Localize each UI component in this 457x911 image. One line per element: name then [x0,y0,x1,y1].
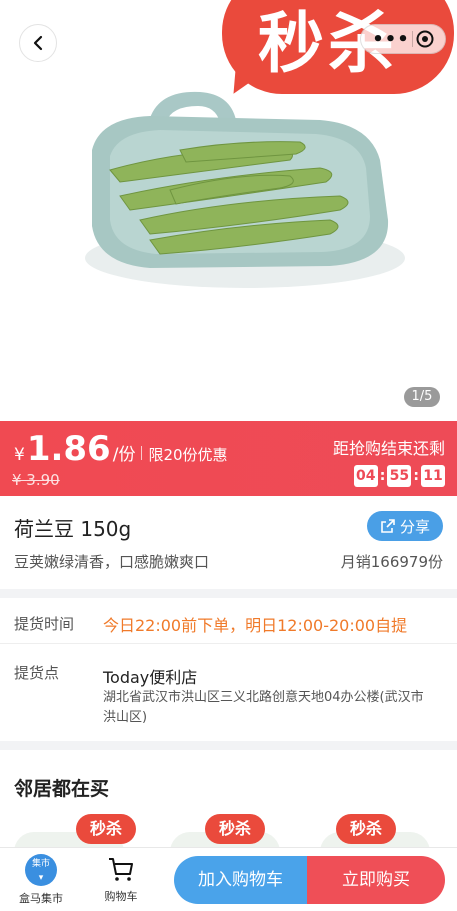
currency-symbol: ¥ [14,445,25,465]
tab-cart-label: 购物车 [104,890,138,903]
more-icon[interactable]: ••• [372,29,410,50]
pickup-point-label: 提货点 [14,664,60,682]
price-unit: /份 [112,445,136,465]
pickup-time-value: 今日22:00前下单，明日12:00-20:00自提 [103,616,408,635]
product-info: 荷兰豆 150g 分享 豆荚嫩绿清香，口感脆嫩爽口 月销166979份 [0,497,457,589]
countdown-timer: 04 : 55 : 11 [353,465,445,487]
tab-cart[interactable]: 购物车 [88,854,154,904]
close-target-icon[interactable] [416,30,434,48]
share-button[interactable]: 分享 [367,511,443,541]
row-divider [0,643,457,644]
countdown-minutes: 55 [387,465,412,487]
flash-sale-tag: 秒杀 [205,814,265,844]
capsule-divider [412,31,414,47]
product-title: 荷兰豆 150g [14,517,132,541]
flash-sale-tag: 秒杀 [336,814,396,844]
tab-home-market[interactable]: 集市 ▾ 盒马集市 [8,854,74,906]
price-divider [141,446,143,460]
section-divider [0,741,457,750]
pickup-info: 提货时间 今日22:00前下单，明日12:00-20:00自提 提货点 Toda… [0,598,457,740]
countdown-label: 距抢购结束还剩 [332,439,445,458]
countdown-colon: : [413,468,419,484]
add-to-cart-button[interactable]: 加入购物车 [174,856,307,904]
flash-sale-tag: 秒杀 [76,814,136,844]
pickup-store-name: Today便利店 [103,668,198,687]
section-divider [0,589,457,598]
share-label: 分享 [399,517,430,536]
cart-icon [109,858,133,881]
price-row: ¥ 1.86 /份 限20份优惠 [14,429,228,469]
countdown-colon: : [379,468,386,484]
miniprogram-capsule[interactable]: ••• [360,24,446,54]
purchase-limit: 限20份优惠 [148,446,228,464]
original-price: ¥ 3.90 [12,471,60,489]
share-icon [381,519,395,533]
countdown-seconds: 11 [421,465,445,487]
back-button[interactable] [19,24,57,62]
tab-home-label: 盒马集市 [19,892,63,905]
product-image-carousel[interactable]: 秒杀 ••• 1/5 [0,0,457,420]
buy-now-button[interactable]: 立即购买 [307,856,445,904]
product-description: 豆荚嫩绿清香，口感脆嫩爽口 [14,553,210,571]
bottom-action-bar: 集市 ▾ 盒马集市 购物车 加入购物车 立即购买 [0,847,457,911]
sale-price: 1.86 [26,429,111,469]
pickup-store-address: 湖北省武汉市洪山区三义北路创意天地04办公楼(武汉市洪山区) [103,690,424,725]
monthly-sales: 月销166979份 [340,553,443,571]
neighbors-also-buy: 邻居都在买 秒杀 秒杀 秒杀 [0,750,457,850]
chevron-left-icon [33,35,43,51]
countdown-hours: 04 [353,465,378,487]
pickup-time-label: 提货时间 [14,615,75,633]
section-heading: 邻居都在买 [14,778,110,800]
flash-sale-price-bar: ¥ 1.86 /份 限20份优惠 ¥ 3.90 距抢购结束还剩 04 : 55 … [0,421,457,496]
market-logo-icon: 集市 ▾ [25,854,57,886]
image-counter: 1/5 [404,387,440,407]
market-logo-text: 集市 [31,859,50,869]
